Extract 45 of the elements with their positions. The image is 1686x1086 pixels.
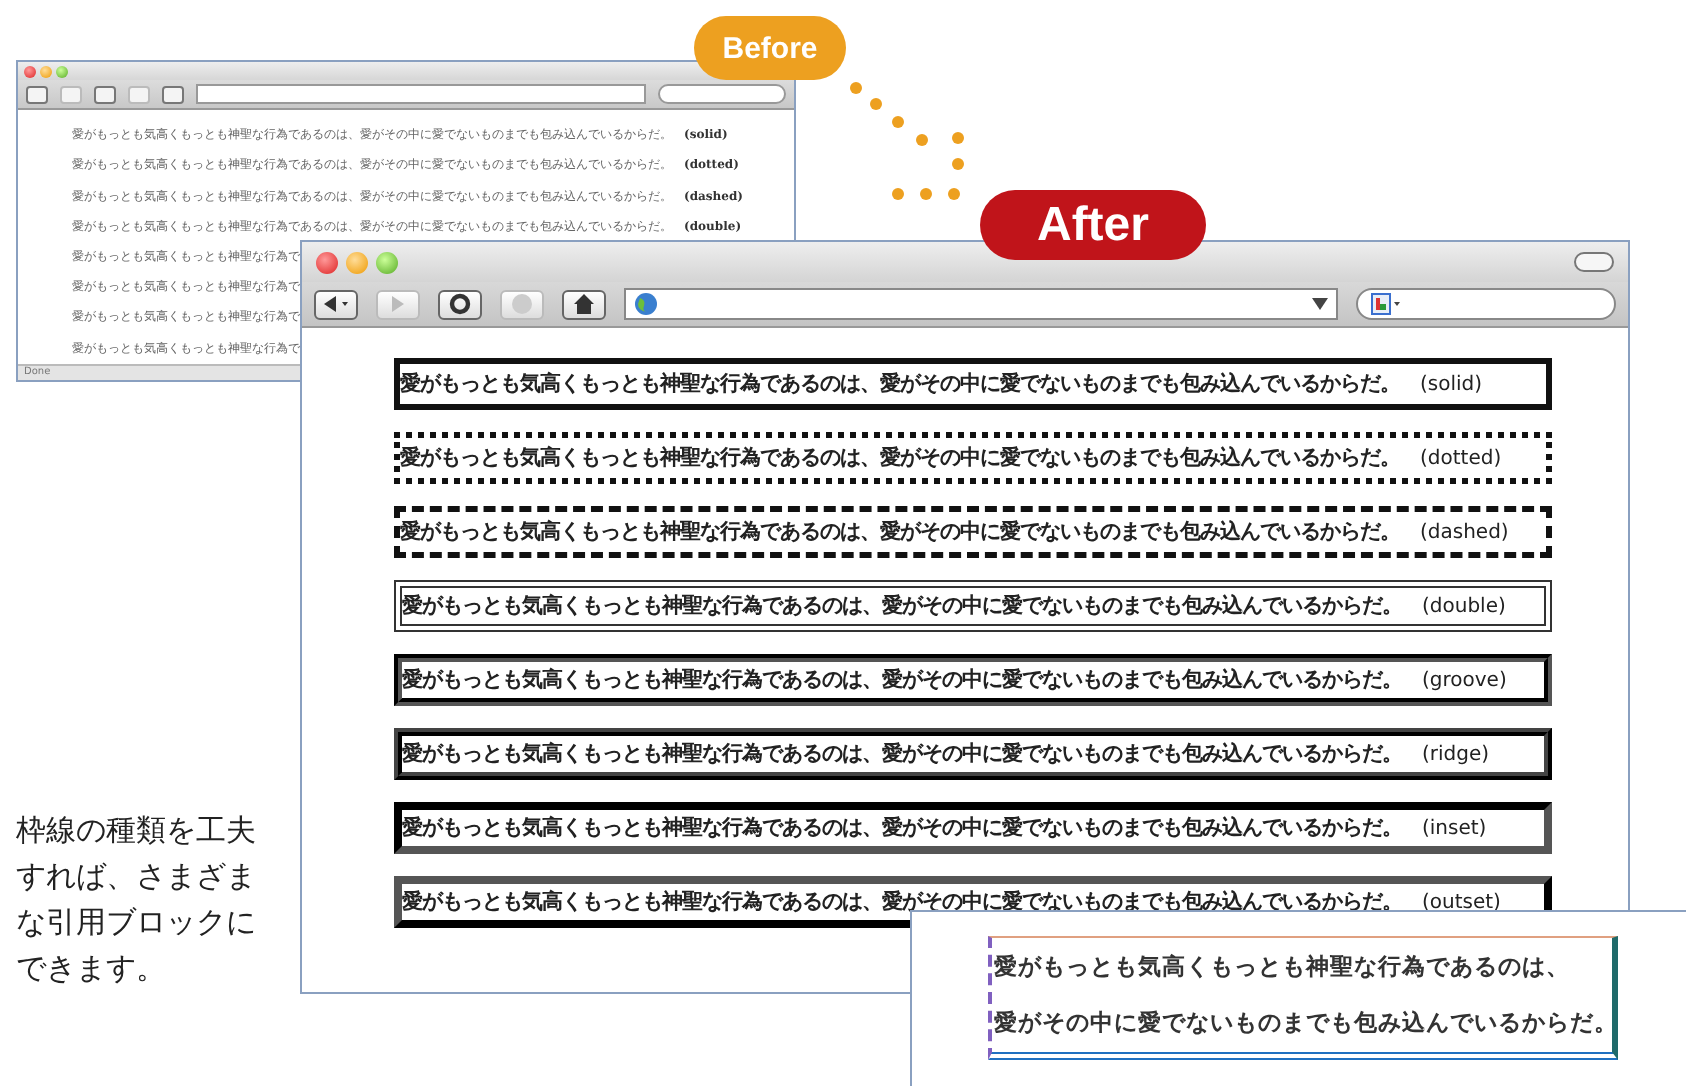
- dotted-connector: [850, 82, 964, 200]
- address-field[interactable]: [196, 84, 646, 105]
- reload-icon: [448, 292, 472, 316]
- style-label: (solid): [1420, 373, 1483, 395]
- style-label: (dotted): [1420, 447, 1502, 469]
- style-label: (outset): [1422, 891, 1501, 913]
- toolbar-toggle-button[interactable]: [1574, 252, 1614, 272]
- search-field[interactable]: [658, 84, 786, 105]
- zoom-button[interactable]: [56, 65, 68, 78]
- after-badge: After: [980, 190, 1206, 260]
- forward-arrow-icon: [390, 294, 406, 314]
- search-engine-icon[interactable]: [1370, 292, 1402, 316]
- quote-text: 愛がもっとも気高くもっとも神聖な行為であるのは、愛がその中に愛でないものまでも包み込んでいるからだ。: [402, 814, 1402, 842]
- caption-text: 枠線の種類を工夫すれば、さまざまな引用ブロックにできます。: [16, 810, 258, 990]
- search-field[interactable]: [1356, 288, 1616, 320]
- style-label: (ridge): [1422, 743, 1490, 765]
- back-button[interactable]: [314, 289, 358, 319]
- before-badge: Before: [694, 16, 846, 80]
- reload-button[interactable]: [438, 289, 482, 319]
- zoom-button[interactable]: [376, 251, 398, 273]
- quote-text: 愛がもっとも気高くもっとも神聖な行為であるのは、愛がその中に愛でないものまでも包み込んでいるからだ。: [402, 592, 1402, 620]
- globe-icon: [634, 292, 658, 316]
- quote-text: 愛がその中に愛でないものまでも包み込んでいるからだ。: [994, 1008, 1612, 1039]
- stop-icon: [510, 292, 534, 316]
- close-button[interactable]: [316, 251, 338, 273]
- forward-button[interactable]: [376, 289, 420, 319]
- stop-button[interactable]: [500, 289, 544, 319]
- quote-text: 愛がもっとも気高くもっとも神聖な行為であるのは、愛がその中に愛でないものまでも包み込んでいるからだ。: [400, 444, 1400, 472]
- dropdown-caret-icon[interactable]: [1312, 298, 1328, 310]
- style-label: (dashed): [1420, 521, 1509, 543]
- quote-text: 愛がもっとも気高くもっとも神聖な行為であるのは、愛がその中に愛でないものまでも包み込んでいるからだ。: [402, 666, 1402, 694]
- home-button[interactable]: [562, 289, 606, 319]
- quote-text: 愛がもっとも気高くもっとも神聖な行為であるのは、愛がその中に愛でないものまでも包み込んでいるからだ。: [402, 740, 1402, 768]
- style-label: (groove): [1422, 669, 1507, 691]
- style-label: (double): [1422, 595, 1506, 617]
- quote-text: 愛がもっとも気高くもっとも神聖な行為であるのは、愛がその中に愛でないものまでも包み込んでいるからだ。: [400, 518, 1400, 546]
- address-field[interactable]: [624, 288, 1338, 320]
- home-icon: [572, 292, 596, 316]
- close-button[interactable]: [24, 65, 36, 78]
- quote-text: 愛がもっとも気高くもっとも神聖な行為であるのは、: [994, 951, 1572, 982]
- style-label: (inset): [1422, 817, 1487, 839]
- forward-button[interactable]: [60, 85, 82, 104]
- stop-button[interactable]: [128, 85, 150, 104]
- back-arrow-icon: [322, 294, 350, 314]
- quote-text: 愛がもっとも気高くもっとも神聖な行為であるのは、愛がその中に愛でないものまでも包み込んでいるからだ。: [400, 370, 1400, 398]
